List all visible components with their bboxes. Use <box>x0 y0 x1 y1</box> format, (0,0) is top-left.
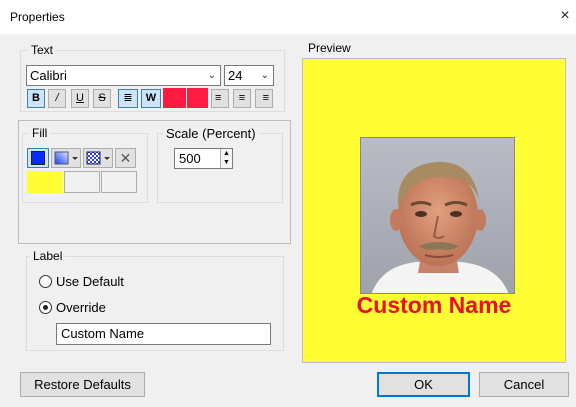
italic-button[interactable]: / <box>48 89 66 108</box>
use-default-radio[interactable] <box>39 275 52 288</box>
font-size-select[interactable]: 24 ⌄ <box>224 65 274 86</box>
wrap-text-button[interactable]: ≣ <box>118 89 138 108</box>
spin-down-icon[interactable]: ▼ <box>221 159 232 167</box>
fill-group-legend: Fill <box>29 126 51 140</box>
bold-button[interactable]: B <box>27 89 45 108</box>
fill-color-square <box>31 151 45 165</box>
gradient-fill-button[interactable] <box>51 148 81 168</box>
preview-caption: Custom Name <box>356 292 512 318</box>
scale-group-legend: Scale (Percent) <box>163 126 259 141</box>
fill-color-button[interactable] <box>27 148 49 168</box>
restore-defaults-button[interactable]: Restore Defaults <box>20 372 145 397</box>
font-family-select[interactable]: Calibri ⌄ <box>26 65 221 86</box>
chevron-down-icon: ⌄ <box>207 70 216 81</box>
chevron-down-icon: ⌄ <box>260 70 269 81</box>
override-name-input[interactable]: Custom Name <box>56 323 271 345</box>
text-group-legend: Text <box>28 43 57 57</box>
underline-button[interactable]: U <box>71 89 89 108</box>
preview-heading: Preview <box>308 41 351 55</box>
pattern-icon <box>86 151 110 165</box>
strikethrough-button[interactable]: S <box>93 89 111 108</box>
whitespace-button[interactable]: W <box>141 89 161 108</box>
spin-up-icon[interactable]: ▲ <box>221 150 232 158</box>
text-color-dropdown[interactable] <box>187 88 208 108</box>
scale-value: 500 <box>179 151 201 166</box>
gradient-icon <box>54 151 78 165</box>
pattern-fill-button[interactable] <box>83 148 113 168</box>
use-default-label: Use Default <box>56 274 124 289</box>
font-size-value: 24 <box>228 68 243 83</box>
recent-swatch-3[interactable] <box>64 171 100 193</box>
clear-fill-icon[interactable]: ✕ <box>115 148 136 168</box>
person-photo-icon <box>361 138 514 293</box>
align-right-button[interactable]: ≡ <box>255 89 273 108</box>
override-radio[interactable] <box>39 301 52 314</box>
close-icon[interactable]: × <box>556 6 574 26</box>
preview-photo <box>360 137 515 294</box>
align-left-button[interactable]: ≡ <box>211 89 229 108</box>
title-bar <box>0 0 576 34</box>
recent-swatch-1[interactable] <box>27 171 45 193</box>
window-title: Properties <box>10 10 65 24</box>
label-group-legend: Label <box>30 249 66 263</box>
align-center-button[interactable]: ≡ <box>233 89 251 108</box>
ok-button[interactable]: OK <box>377 372 470 397</box>
text-color-swatch[interactable] <box>163 88 186 108</box>
recent-swatch-4[interactable] <box>101 171 137 193</box>
override-name-value: Custom Name <box>61 326 145 341</box>
cancel-button[interactable]: Cancel <box>479 372 569 397</box>
recent-swatch-2[interactable] <box>45 171 63 193</box>
override-label: Override <box>56 300 106 315</box>
font-family-value: Calibri <box>30 68 67 83</box>
scale-spinner[interactable]: ▲ ▼ <box>220 149 232 168</box>
